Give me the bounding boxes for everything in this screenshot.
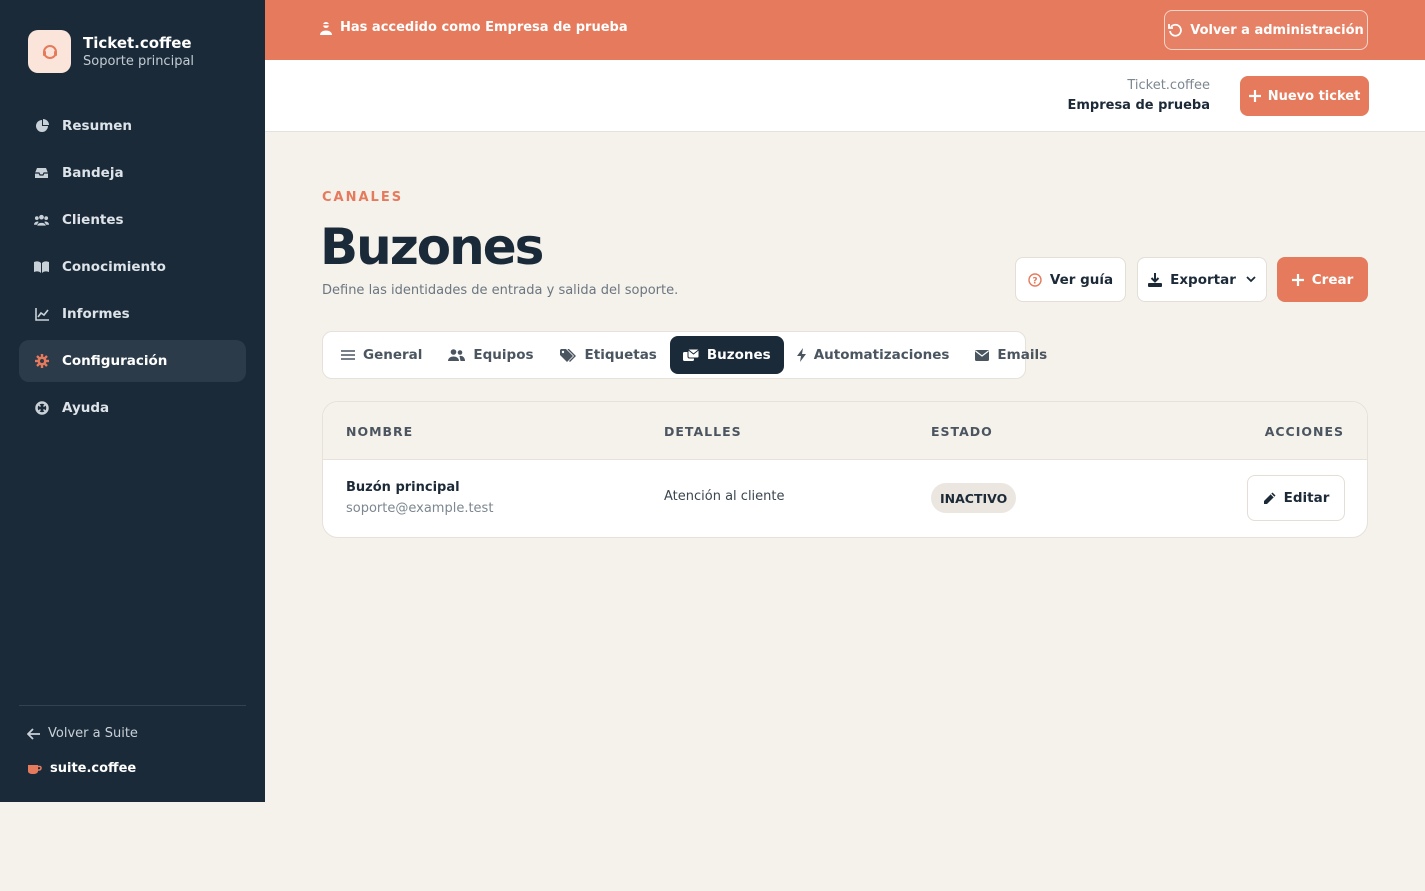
chart-pie-icon: [34, 119, 49, 134]
sidebar-item-configuracion[interactable]: Configuración: [19, 340, 246, 382]
sidebar-nav: Resumen Bandeja Clientes Conocimiento In…: [19, 105, 246, 434]
plus-icon: [1291, 273, 1304, 286]
new-ticket-label: Nuevo ticket: [1267, 88, 1361, 104]
sidebar-item-label: Clientes: [62, 212, 124, 228]
mailbox-name-cell: Buzón principal soporte@example.test: [346, 478, 493, 520]
back-to-admin-button[interactable]: Volver a administración: [1164, 10, 1368, 50]
back-to-suite-label: Volver a Suite: [48, 726, 138, 741]
chart-line-icon: [34, 307, 49, 322]
sidebar-item-label: Informes: [62, 306, 130, 322]
tab-label: Emails: [997, 347, 1048, 363]
life-ring-icon: [34, 401, 49, 416]
pencil-icon: [1263, 492, 1276, 505]
table-header: NOMBRE DETALLES ESTADO ACCIONES: [323, 402, 1367, 460]
question-circle-icon: ?: [1028, 272, 1042, 287]
plus-icon: [1248, 90, 1261, 102]
mailboxes-table: NOMBRE DETALLES ESTADO ACCIONES Buzón pr…: [322, 401, 1368, 538]
sidebar-item-conocimiento[interactable]: Conocimiento: [19, 246, 246, 288]
table-row: Buzón principal soporte@example.test Ate…: [323, 460, 1367, 537]
create-label: Crear: [1311, 271, 1354, 288]
book-icon: [34, 260, 49, 275]
tab-general[interactable]: General: [328, 336, 435, 374]
brand-subtitle: Soporte principal: [83, 53, 195, 69]
sidebar-item-label: Conocimiento: [62, 259, 166, 275]
mailbox-email: soporte@example.test: [346, 501, 494, 516]
sidebar: Ticket.coffee Soporte principal Resumen …: [0, 0, 265, 802]
tab-equipos[interactable]: Equipos: [435, 336, 546, 374]
bolt-icon: [796, 348, 806, 362]
sidebar-item-clientes[interactable]: Clientes: [19, 199, 246, 241]
status-badge: INACTIVO: [931, 483, 1017, 513]
suite-name: suite.coffee: [50, 761, 137, 776]
tab-etiquetas[interactable]: Etiquetas: [547, 336, 670, 374]
sidebar-item-label: Resumen: [62, 118, 133, 134]
sidebar-item-label: Ayuda: [62, 400, 110, 416]
users-icon: [34, 213, 49, 228]
suite-brand: suite.coffee: [27, 761, 136, 776]
envelope-icon: [975, 349, 990, 361]
svg-text:?: ?: [1032, 276, 1037, 286]
arrow-left-icon: [27, 727, 41, 740]
column-header-estado: ESTADO: [931, 424, 993, 439]
mailbox-name: Buzón principal: [346, 480, 460, 495]
tab-label: Etiquetas: [584, 347, 657, 363]
back-to-admin-label: Volver a administración: [1190, 22, 1364, 38]
brand[interactable]: Ticket.coffee Soporte principal: [28, 30, 194, 73]
tags-icon: [559, 348, 577, 362]
tab-label: General: [363, 347, 423, 363]
users-icon: [448, 349, 466, 361]
banner-message: Has accedido como Empresa de prueba: [320, 20, 628, 35]
column-header-nombre: NOMBRE: [346, 424, 414, 439]
impersonation-banner: Has accedido como Empresa de prueba Volv…: [265, 0, 1425, 60]
org-info: Ticket.coffee Empresa de prueba: [1067, 76, 1210, 116]
sidebar-item-informes[interactable]: Informes: [19, 293, 246, 335]
create-button[interactable]: Crear: [1277, 257, 1368, 302]
export-dropdown[interactable]: Exportar: [1137, 257, 1267, 302]
inbox-icon: [34, 166, 49, 181]
settings-tabs: General Equipos Etiquetas Buzones Automa…: [322, 331, 1047, 379]
banner-text: Has accedido como Empresa de prueba: [340, 20, 628, 35]
sidebar-item-label: Configuración: [62, 353, 168, 369]
edit-button[interactable]: Editar: [1247, 475, 1345, 521]
gear-icon: [34, 354, 49, 369]
sidebar-item-bandeja[interactable]: Bandeja: [19, 152, 246, 194]
headset-logo-icon: [28, 30, 71, 73]
sliders-icon: [341, 349, 355, 361]
tab-label: Automatizaciones: [813, 347, 950, 363]
sidebar-item-label: Bandeja: [62, 165, 124, 181]
view-guide-label: Ver guía: [1049, 271, 1114, 288]
page-description: Define las identidades de entrada y sali…: [322, 283, 679, 298]
section-eyebrow: CANALES: [322, 190, 404, 205]
org-app-name: Ticket.coffee: [1127, 78, 1210, 93]
tab-automatizaciones[interactable]: Automatizaciones: [784, 336, 963, 374]
sidebar-divider: [19, 705, 246, 706]
brand-name: Ticket.coffee: [83, 33, 192, 52]
coffee-cup-icon: [27, 763, 42, 775]
sidebar-item-resumen[interactable]: Resumen: [19, 105, 246, 147]
view-guide-button[interactable]: ? Ver guía: [1015, 257, 1126, 302]
page-title: Buzones: [320, 218, 544, 276]
export-label: Exportar: [1170, 271, 1236, 288]
user-secret-icon: [320, 21, 332, 35]
new-ticket-button[interactable]: Nuevo ticket: [1240, 76, 1369, 116]
mailbox-details: Atención al cliente: [664, 489, 785, 504]
download-icon: [1148, 272, 1163, 287]
tab-emails[interactable]: Emails: [962, 336, 1060, 374]
tab-label: Equipos: [473, 347, 534, 363]
org-name: Empresa de prueba: [1067, 98, 1210, 113]
sidebar-item-ayuda[interactable]: Ayuda: [19, 387, 246, 429]
mailbox-icon: [682, 348, 699, 362]
tab-label: Buzones: [706, 347, 771, 363]
edit-label: Editar: [1283, 490, 1330, 506]
undo-icon: [1168, 23, 1183, 37]
back-to-suite-link[interactable]: Volver a Suite: [27, 726, 138, 741]
tab-buzones[interactable]: Buzones: [669, 336, 784, 374]
column-header-acciones: ACCIONES: [1264, 424, 1344, 439]
column-header-detalles: DETALLES: [664, 424, 742, 439]
chevron-down-icon: [1246, 276, 1256, 283]
top-header: Ticket.coffee Empresa de prueba Nuevo ti…: [265, 60, 1425, 132]
